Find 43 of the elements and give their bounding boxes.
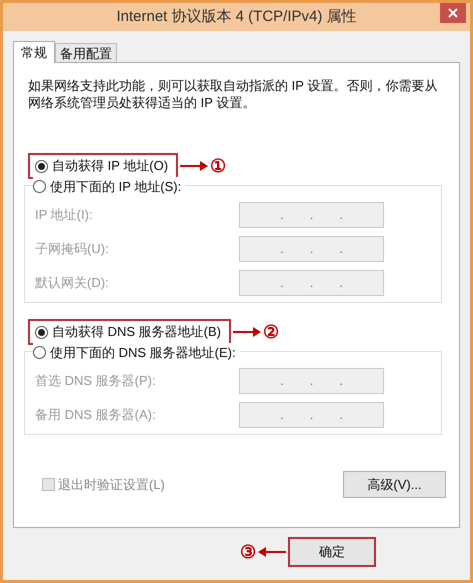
- radio-label: 自动获得 IP 地址(O): [52, 157, 168, 176]
- octet-separator: .: [310, 372, 314, 390]
- octet-separator: .: [339, 274, 343, 292]
- radio-button[interactable]: [35, 326, 48, 338]
- octet-separator: .: [339, 406, 343, 424]
- arrow-icon: [233, 327, 261, 337]
- radio-label: 自动获得 DNS 服务器地址(B): [52, 323, 221, 342]
- octet-separator: .: [339, 206, 343, 224]
- close-button[interactable]: [440, 3, 466, 23]
- octet-separator: .: [310, 240, 314, 258]
- octet-separator: .: [310, 206, 314, 224]
- ok-button[interactable]: 确定: [288, 537, 376, 567]
- callout-number: ②: [263, 323, 279, 341]
- description-text: 如果网络支持此功能，则可以获取自动指派的 IP 设置。否则，你需要从网络系统管理员处获得适当的 IP 设置。: [28, 77, 438, 111]
- arrow-icon: [180, 161, 208, 171]
- window-title: Internet 协议版本 4 (TCP/IPv4) 属性: [115, 6, 358, 27]
- octet-separator: .: [280, 406, 284, 424]
- checkbox-label: 退出时验证设置(L): [58, 476, 165, 494]
- radio-label: 使用下面的 DNS 服务器地址(E):: [50, 344, 236, 362]
- octet-separator: .: [310, 274, 314, 292]
- tab[interactable]: 常规: [13, 41, 55, 63]
- radio-label: 使用下面的 IP 地址(S):: [50, 178, 182, 196]
- tab[interactable]: 备用配置: [55, 43, 117, 62]
- arrow-icon: [258, 547, 286, 557]
- field-label: 备用 DNS 服务器(A):: [35, 406, 157, 424]
- field-label: 子网掩码(U):: [35, 240, 110, 258]
- callout-number: ③: [240, 543, 256, 561]
- field-label: IP 地址(I):: [35, 206, 94, 224]
- octet-separator: .: [339, 240, 343, 258]
- octet-separator: .: [280, 274, 284, 292]
- octet-separator: .: [310, 406, 314, 424]
- radio-button[interactable]: [33, 180, 46, 194]
- octet-separator: .: [280, 240, 284, 258]
- field-label: 首选 DNS 服务器(P):: [35, 372, 157, 390]
- octet-separator: .: [280, 206, 284, 224]
- octet-separator: .: [339, 372, 343, 390]
- advanced-button[interactable]: 高级(V)...: [343, 471, 446, 498]
- callout-number: ①: [210, 157, 226, 175]
- close-icon: [448, 8, 458, 18]
- radio-button[interactable]: [35, 160, 48, 172]
- field-label: 默认网关(D):: [35, 274, 110, 292]
- octet-separator: .: [280, 372, 284, 390]
- radio-button[interactable]: [33, 346, 46, 360]
